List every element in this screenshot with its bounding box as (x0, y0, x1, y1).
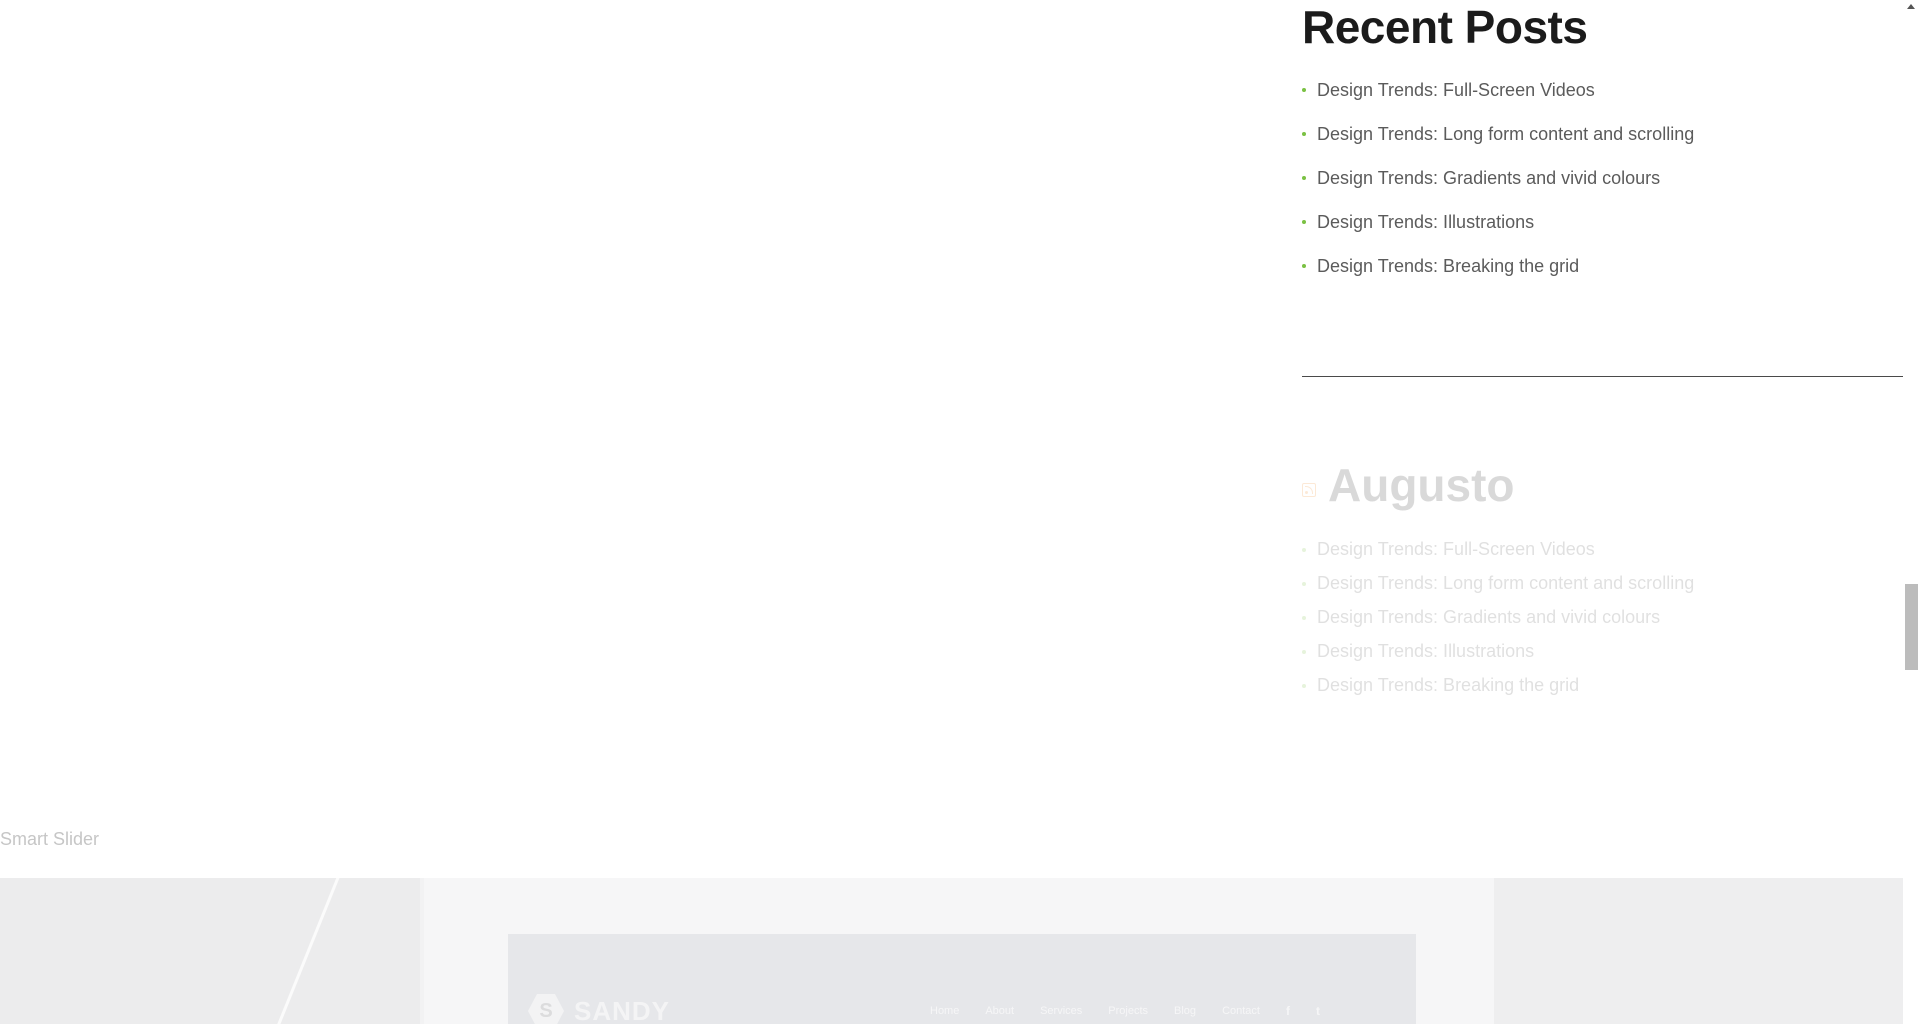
rss-title-row: Augusto (1302, 462, 1904, 508)
rss-list-item: Design Trends: Long form content and scr… (1302, 566, 1904, 600)
rss-widget: Augusto Design Trends: Full-Screen Video… (1302, 462, 1904, 702)
hero-nav-projects[interactable]: Projects (1108, 1005, 1148, 1017)
rss-item-link[interactable]: Design Trends: Long form content and scr… (1317, 573, 1694, 593)
facebook-icon[interactable]: f (1286, 1004, 1290, 1018)
bullet-icon (1302, 582, 1306, 586)
recent-posts-list: Design Trends: Full-Screen Videos Design… (1302, 68, 1904, 288)
recent-post-link[interactable]: Design Trends: Breaking the grid (1317, 256, 1579, 276)
logo-text: SANDY (574, 995, 671, 1024)
bullet-icon (1302, 548, 1306, 552)
smart-slider-label: Smart Slider (0, 829, 100, 849)
twitter-icon[interactable]: t (1316, 1004, 1320, 1018)
hero-background-left (0, 878, 420, 1024)
recent-posts-title: Recent Posts (1302, 1, 1588, 53)
recent-post-link[interactable]: Design Trends: Gradients and vivid colou… (1317, 168, 1660, 188)
hero-nav-services[interactable]: Services (1040, 1005, 1082, 1017)
rss-item-link[interactable]: Design Trends: Gradients and vivid colou… (1317, 607, 1660, 627)
scrollbar-thumb[interactable] (1905, 584, 1918, 670)
recent-post-item: Design Trends: Gradients and vivid colou… (1302, 156, 1904, 200)
rss-list: Design Trends: Full-Screen Videos Design… (1302, 532, 1904, 702)
hero-slider[interactable]: S SANDY Home About Services Projects Blo… (0, 878, 1903, 1024)
hero-nav-about[interactable]: About (985, 1005, 1014, 1017)
bullet-icon (1302, 684, 1306, 688)
rss-icon[interactable] (1302, 483, 1316, 497)
recent-post-item: Design Trends: Illustrations (1302, 200, 1904, 244)
recent-post-item: Design Trends: Breaking the grid (1302, 244, 1904, 288)
rss-list-item: Design Trends: Illustrations (1302, 634, 1904, 668)
recent-post-link[interactable]: Design Trends: Full-Screen Videos (1317, 80, 1595, 100)
page-scrollbar[interactable] (1903, 0, 1920, 1024)
hero-nav-contact[interactable]: Contact (1222, 1005, 1260, 1017)
bullet-icon (1302, 132, 1306, 136)
recent-post-item: Design Trends: Long form content and scr… (1302, 112, 1904, 156)
bullet-icon (1302, 264, 1306, 268)
recent-post-link[interactable]: Design Trends: Illustrations (1317, 212, 1534, 232)
rss-list-item: Design Trends: Full-Screen Videos (1302, 532, 1904, 566)
hero-nav-blog[interactable]: Blog (1174, 1005, 1196, 1017)
hero-logo: S SANDY (528, 994, 670, 1024)
bullet-icon (1302, 176, 1306, 180)
bullet-icon (1302, 650, 1306, 654)
bullet-icon (1302, 88, 1306, 92)
rss-item-link[interactable]: Design Trends: Breaking the grid (1317, 675, 1579, 695)
hero-background-right (1494, 878, 1903, 1024)
sidebar-divider (1302, 376, 1904, 377)
rss-item-link[interactable]: Design Trends: Illustrations (1317, 641, 1534, 661)
rss-list-item: Design Trends: Gradients and vivid colou… (1302, 600, 1904, 634)
scroll-up-arrow-icon[interactable] (1907, 4, 1915, 9)
rss-item-link[interactable]: Design Trends: Full-Screen Videos (1317, 539, 1595, 559)
rss-list-item: Design Trends: Breaking the grid (1302, 668, 1904, 702)
recent-post-item: Design Trends: Full-Screen Videos (1302, 68, 1904, 112)
bullet-icon (1302, 616, 1306, 620)
bullet-icon (1302, 220, 1306, 224)
recent-post-link[interactable]: Design Trends: Long form content and scr… (1317, 124, 1694, 144)
sidebar: Recent Posts Design Trends: Full-Screen … (1302, 0, 1904, 288)
hero-nav-home[interactable]: Home (930, 1005, 959, 1017)
logo-mark-icon: S (528, 994, 564, 1024)
rss-widget-title[interactable]: Augusto (1328, 462, 1515, 508)
hero-nav: Home About Services Projects Blog Contac… (930, 1004, 1320, 1018)
